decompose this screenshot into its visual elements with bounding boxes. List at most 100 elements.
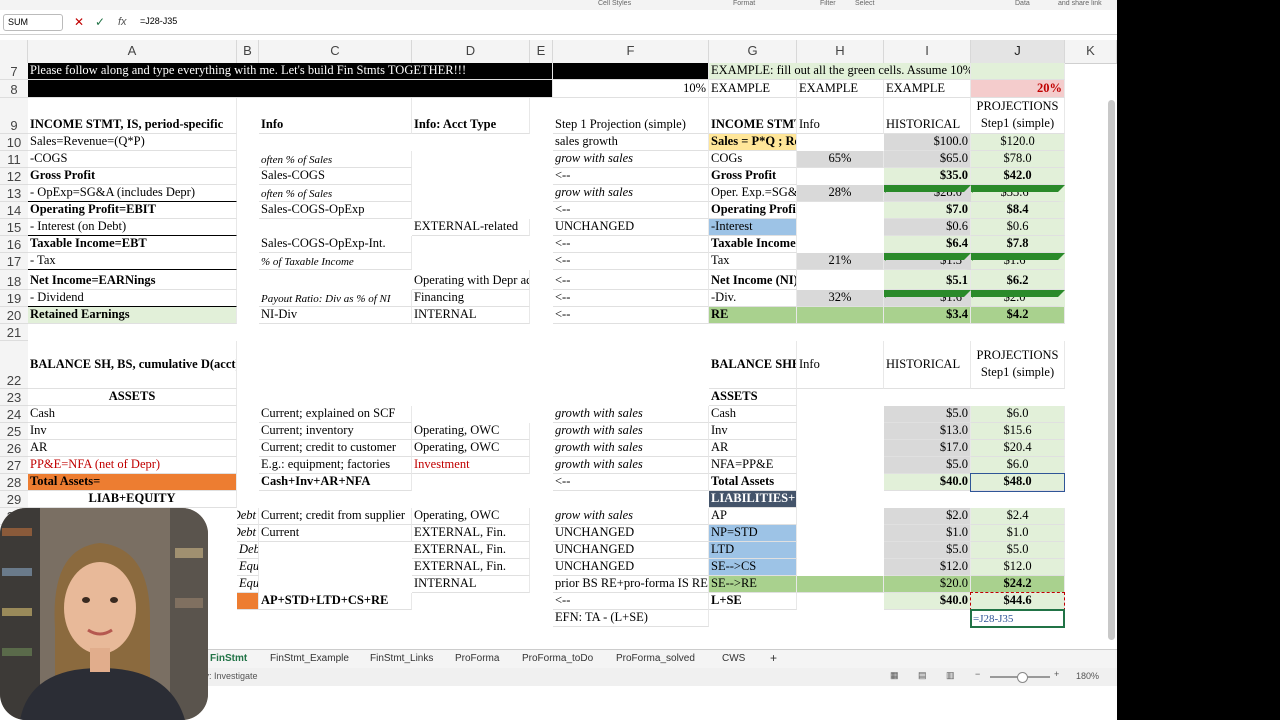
cell-g32[interactable]: LTD (709, 542, 797, 559)
cell-d20[interactable]: INTERNAL (412, 307, 530, 324)
row-header[interactable]: 17 (0, 253, 28, 270)
cell-c20[interactable]: NI-Div (259, 307, 412, 324)
cell-f11[interactable]: grow with sales (553, 151, 709, 168)
cell-i17[interactable]: $1.3 (884, 253, 971, 270)
row-header[interactable]: 23 (0, 389, 28, 406)
column-header-e[interactable]: E (530, 40, 553, 63)
cell-g33[interactable]: SE-->CS (709, 559, 797, 576)
cell-i13[interactable]: $28.0 (884, 185, 971, 202)
cell-h22[interactable]: Info (797, 341, 884, 389)
row-header[interactable]: 20 (0, 307, 28, 324)
sheet-tab[interactable]: ProForma_toDo (522, 653, 593, 664)
cell-a13[interactable]: - OpExp=SG&A (includes Depr) (28, 185, 237, 202)
column-header-c[interactable]: C (259, 40, 412, 63)
cell-a14[interactable]: Operating Profit=EBIT (28, 202, 237, 219)
row-header[interactable]: 19 (0, 290, 28, 307)
cell-i32[interactable]: $5.0 (884, 542, 971, 559)
cell-a29[interactable]: LIAB+EQUITY (28, 491, 237, 508)
cell-f25[interactable]: growth with sales (553, 423, 709, 440)
sheet-tab[interactable]: FinStmt_Links (370, 653, 433, 664)
enter-icon[interactable]: ✓ (95, 15, 105, 30)
cell-d9[interactable]: Info: Acct Type (412, 98, 530, 134)
sheet-tab[interactable]: CWS (722, 653, 745, 664)
page-layout-icon[interactable]: ▤ (918, 670, 927, 681)
cell-a12[interactable]: Gross Profit (28, 168, 237, 185)
cell-c28[interactable]: Cash+Inv+AR+NFA (259, 474, 412, 491)
row-header[interactable]: 22 (0, 341, 28, 389)
cell-d34[interactable]: INTERNAL (412, 576, 530, 593)
cell-a18[interactable]: Net Income=EARNings (28, 270, 237, 290)
row-header[interactable]: 7 (0, 63, 28, 80)
cell-c16[interactable]: Sales-COGS-OpExp-Int. (259, 236, 412, 253)
cell-a8[interactable] (28, 80, 553, 98)
cell-f10[interactable]: sales growth (553, 134, 709, 151)
cell-d26[interactable]: Operating, OWC (412, 440, 530, 457)
cell-g22[interactable]: BALANCE SHEET (709, 341, 797, 389)
zoom-in-button[interactable]: + (1054, 669, 1059, 679)
cell-h34[interactable] (797, 576, 884, 593)
row-header[interactable]: 26 (0, 440, 28, 457)
row-header[interactable]: 29 (0, 491, 28, 508)
cell-j20[interactable]: $4.2 (971, 307, 1065, 324)
cell-g26[interactable]: AR (709, 440, 797, 457)
row-header[interactable]: 27 (0, 457, 28, 474)
cell-f34[interactable]: prior BS RE+pro-forma IS RE (553, 576, 709, 593)
cell-b31[interactable]: Debt (237, 525, 259, 542)
cell-i24[interactable]: $5.0 (884, 406, 971, 423)
cell-g23[interactable]: ASSETS (709, 389, 797, 406)
cell-c12[interactable]: Sales-COGS (259, 168, 412, 185)
cell-i19[interactable]: $1.6 (884, 290, 971, 307)
cell-a19[interactable]: - Dividend (28, 290, 237, 307)
cell-g12[interactable]: Gross Profit (709, 168, 797, 185)
cell-b30[interactable]: Debt (237, 508, 259, 525)
row-header[interactable]: 16 (0, 236, 28, 253)
cell-f33[interactable]: UNCHANGED (553, 559, 709, 576)
cell-j13[interactable]: $33.6 (971, 185, 1065, 202)
cell-f36[interactable]: EFN: TA - (L+SE) (553, 610, 709, 627)
name-box[interactable]: SUM (3, 14, 63, 31)
cell-f16[interactable]: <-- (553, 236, 709, 253)
cell-g30[interactable]: AP (709, 508, 797, 525)
cell-f15[interactable]: UNCHANGED (553, 219, 709, 236)
cell-j9[interactable]: PROJECTIONS Step1 (simple) (971, 98, 1065, 134)
column-header-j[interactable]: J (971, 40, 1065, 63)
cell-g14[interactable]: Operating Profit=EBIT (709, 202, 797, 219)
cell-i31[interactable]: $1.0 (884, 525, 971, 542)
cell-j26[interactable]: $20.4 (971, 440, 1065, 457)
cell-c27[interactable]: E.g.: equipment; factories (259, 457, 412, 474)
function-icon[interactable]: fx (118, 15, 127, 30)
share-link-button[interactable]: and share link (1058, 0, 1102, 7)
cell-j8[interactable]: 20% (971, 80, 1065, 98)
cell-j7[interactable] (971, 63, 1065, 80)
cell-c17[interactable]: % of Taxable Income (259, 253, 412, 270)
cell-g15[interactable]: -Interest (709, 219, 797, 236)
cell-f13[interactable]: grow with sales (553, 185, 709, 202)
cell-f20[interactable]: <-- (553, 307, 709, 324)
cell-a27[interactable]: PP&E=NFA (net of Depr) (28, 457, 237, 474)
sheet-tab[interactable]: FinStmt_Example (270, 653, 349, 664)
cell-a24[interactable]: Cash (28, 406, 237, 423)
select-button[interactable]: Select (855, 0, 874, 7)
zoom-slider-thumb[interactable] (1017, 672, 1028, 683)
cell-b32[interactable]: Debt=Liab=Lev (237, 542, 259, 559)
cell-c9[interactable]: Info (259, 98, 412, 134)
cell-a11[interactable]: -COGS (28, 151, 237, 168)
cell-f19[interactable]: <-- (553, 290, 709, 307)
cell-j11[interactable]: $78.0 (971, 151, 1065, 168)
cell-g7[interactable]: EXAMPLE: fill out all the green cells. A… (709, 63, 971, 80)
cell-g25[interactable]: Inv (709, 423, 797, 440)
row-header[interactable]: 9 (0, 98, 28, 134)
cell-j14[interactable]: $8.4 (971, 202, 1065, 219)
column-header-i[interactable]: I (884, 40, 971, 63)
cell-i34[interactable]: $20.0 (884, 576, 971, 593)
column-header-h[interactable]: H (797, 40, 884, 63)
cell-i11[interactable]: $65.0 (884, 151, 971, 168)
cell-f17[interactable]: <-- (553, 253, 709, 270)
row-header[interactable]: 12 (0, 168, 28, 185)
cell-i28[interactable]: $40.0 (884, 474, 971, 491)
cell-g17[interactable]: Tax (709, 253, 797, 270)
cancel-icon[interactable]: ✕ (74, 15, 84, 30)
column-header-g[interactable]: G (709, 40, 797, 63)
cell-j19[interactable]: $2.0 (971, 290, 1065, 307)
cell-f26[interactable]: growth with sales (553, 440, 709, 457)
